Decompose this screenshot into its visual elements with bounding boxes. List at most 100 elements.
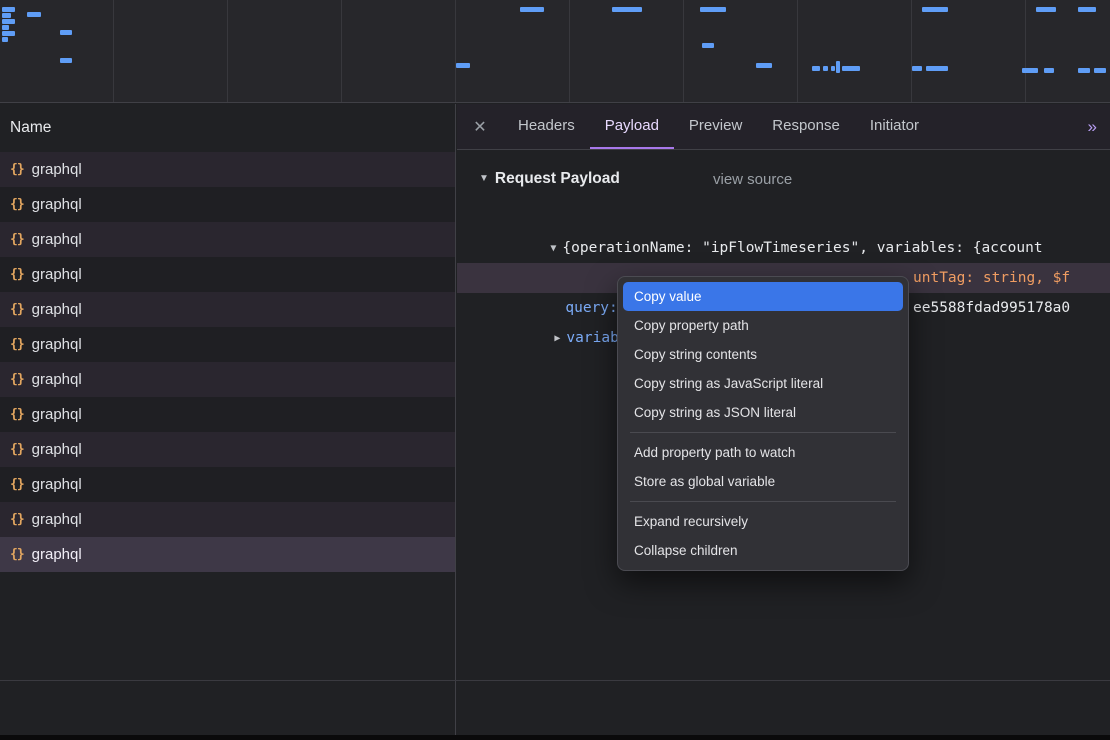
menu-item[interactable]: Expand recursively <box>623 507 903 536</box>
json-icon: {} <box>10 197 24 212</box>
request-row[interactable]: {} graphql <box>0 537 455 572</box>
menu-item[interactable]: Copy property path <box>623 311 903 340</box>
request-row[interactable]: {}graphql <box>0 257 455 292</box>
timeline-bar <box>456 63 470 68</box>
timeline-bar <box>1094 68 1106 73</box>
timeline-bar <box>2 19 15 24</box>
timeline-bar <box>1036 7 1056 12</box>
request-row[interactable]: {} graphql <box>0 502 455 537</box>
request-label: graphql <box>32 441 82 458</box>
json-icon: {} <box>10 477 24 492</box>
timeline-bar <box>836 61 840 73</box>
timeline-bar <box>2 31 15 36</box>
property-value-continued: ee5588fdad995178a0 <box>913 293 1070 323</box>
timeline-bar <box>922 7 948 12</box>
close-icon: ✕ <box>473 117 486 137</box>
name-column-header[interactable]: Name <box>0 104 455 152</box>
json-icon: {} <box>10 547 24 562</box>
timeline-bar <box>702 43 714 48</box>
request-row[interactable]: {} graphql <box>0 222 455 257</box>
timeline-bar <box>520 7 544 12</box>
context-menu: Copy valueCopy property pathCopy string … <box>617 276 909 571</box>
timeline-bar <box>2 7 15 12</box>
request-list: {} graphql {} graphql {} graphql {} graphql {} gr… <box>0 152 455 572</box>
property-value-continued: untTag: string, $f <box>913 263 1070 293</box>
timeline-bar <box>612 7 642 12</box>
timeline-bar <box>812 66 820 71</box>
json-icon: {} <box>10 442 24 457</box>
json-icon: {} <box>10 302 24 317</box>
request-label: graphql <box>32 301 82 318</box>
tab-initiator[interactable]: Initiator <box>855 104 934 149</box>
request-row[interactable]: {} graphql <box>0 292 455 327</box>
menu-separator <box>630 432 896 433</box>
close-detail-button[interactable]: ✕ <box>457 104 503 149</box>
request-row[interactable]: {}graphql <box>0 397 455 432</box>
json-icon: {} <box>10 512 24 527</box>
menu-item[interactable]: Add property path to watch <box>623 438 903 467</box>
menu-separator <box>630 501 896 502</box>
timeline-bar <box>831 66 835 71</box>
request-list-pane: Name {}graphql{}graphql{}graphql{}graphq… <box>0 104 456 735</box>
detail-tabbar: ✕ HeadersPayloadPreviewResponseInitiator… <box>457 104 1110 150</box>
request-label: graphql <box>32 336 82 353</box>
request-row[interactable]: {} graphql <box>0 327 455 362</box>
timeline-bar <box>842 66 860 71</box>
request-label: graphql <box>32 196 82 213</box>
request-row[interactable]: {} graphql <box>0 432 455 467</box>
tab-response[interactable]: Response <box>757 104 855 149</box>
timeline-bar <box>60 30 72 35</box>
view-source-label: view source <box>713 171 792 188</box>
json-icon: {} <box>10 232 24 247</box>
menu-item[interactable]: Store as global variable <box>623 467 903 496</box>
request-label: graphql <box>32 371 82 388</box>
tab-payload[interactable]: Payload <box>590 104 674 149</box>
payload-summary-row[interactable]: ▼{operationName: "ipFlowTimeseries", var… <box>457 203 1110 233</box>
network-overview-strip[interactable] <box>0 0 1110 103</box>
chevron-double-right-icon: » <box>1088 117 1096 137</box>
request-label: graphql <box>32 161 82 178</box>
tab-preview[interactable]: Preview <box>674 104 757 149</box>
timeline-bar <box>27 12 41 17</box>
timeline-bar <box>2 13 11 18</box>
timeline-bar <box>912 66 922 71</box>
json-icon: {} <box>10 372 24 387</box>
menu-item[interactable]: Collapse children <box>623 536 903 565</box>
request-label: graphql <box>32 511 82 528</box>
tab-headers[interactable]: Headers <box>503 104 590 149</box>
timeline-bar <box>1044 68 1054 73</box>
request-row[interactable]: {} graphql <box>0 187 455 222</box>
menu-item[interactable]: Copy value <box>623 282 903 311</box>
menu-item[interactable]: Copy string contents <box>623 340 903 369</box>
triangle-right-icon[interactable]: ▶ <box>554 333 560 344</box>
timeline-bar <box>756 63 772 68</box>
timeline-bar <box>700 7 726 12</box>
request-label: graphql <box>32 476 82 493</box>
timeline-bar <box>2 25 9 30</box>
request-payload-section[interactable]: ▼ Request Payload <box>479 165 620 193</box>
json-icon: {} <box>10 407 24 422</box>
request-row[interactable]: {} graphql <box>0 152 455 187</box>
horizontal-divider <box>0 680 1110 681</box>
timeline-bar <box>60 58 72 63</box>
request-row[interactable]: {} graphql <box>0 362 455 397</box>
bottom-edge-bar <box>0 735 1110 740</box>
menu-item[interactable]: Copy string as JSON literal <box>623 398 903 427</box>
timeline-bar <box>1022 68 1038 73</box>
request-row[interactable]: {} graphql <box>0 467 455 502</box>
json-icon: {} <box>10 337 24 352</box>
timeline-bar <box>2 37 8 42</box>
request-label: graphql <box>32 546 82 563</box>
name-column-label: Name <box>10 119 51 137</box>
timeline-bar <box>926 66 948 71</box>
timeline-bar <box>1078 68 1090 73</box>
json-icon: {} <box>10 267 24 282</box>
view-source-link[interactable]: view source <box>713 165 792 193</box>
more-tabs-button[interactable]: » <box>1074 104 1110 149</box>
request-label: graphql <box>32 231 82 248</box>
json-icon: {} <box>10 162 24 177</box>
triangle-down-icon[interactable]: ▼ <box>479 173 489 184</box>
menu-item[interactable]: Copy string as JavaScript literal <box>623 369 903 398</box>
payload-operation-row[interactable]: operationName: "ipFlowTimeseries" <box>457 233 1110 263</box>
section-title: Request Payload <box>495 170 620 188</box>
